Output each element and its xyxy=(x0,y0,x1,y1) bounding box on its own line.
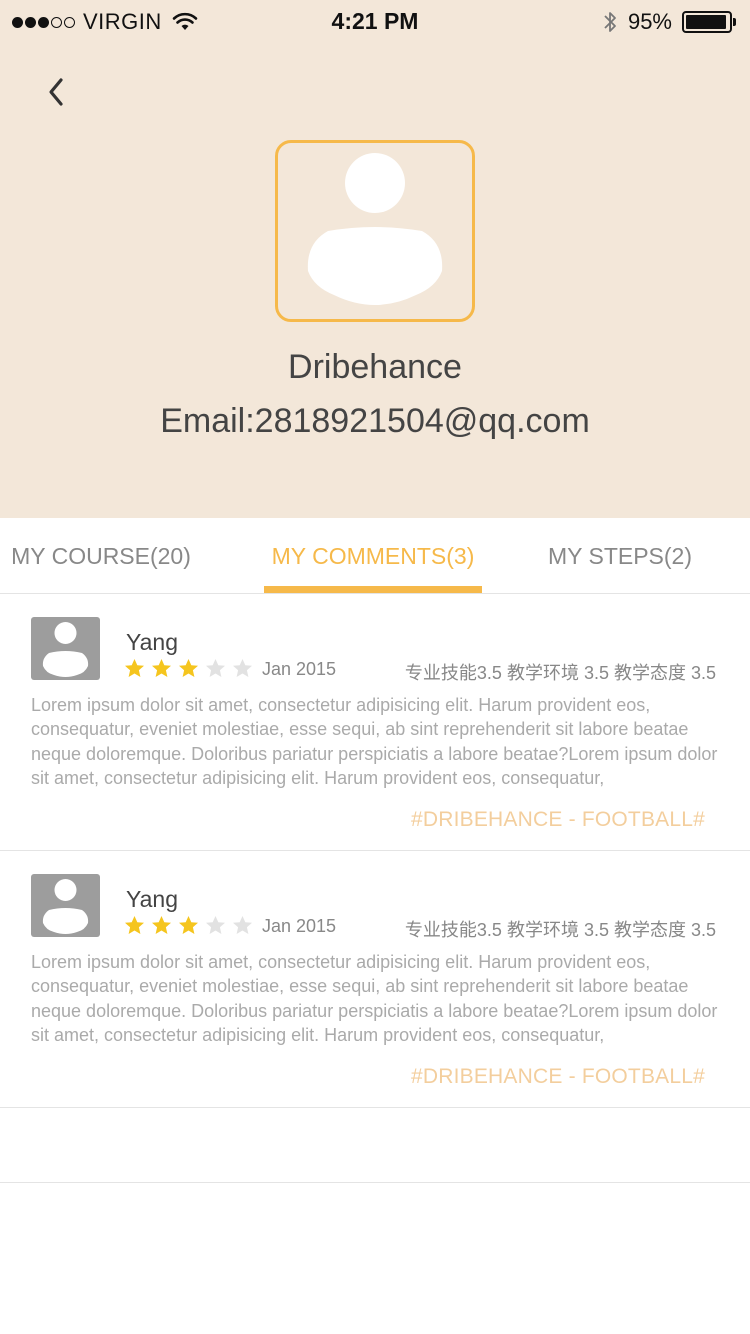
user-silhouette-icon xyxy=(42,879,89,934)
comment-date: Jan 2015 xyxy=(262,659,337,679)
comment-text: Lorem ipsum dolor sit amet, consectetur … xyxy=(31,952,718,1045)
star-filled-icon xyxy=(125,916,144,934)
avatar[interactable] xyxy=(31,874,100,937)
star-empty-icon xyxy=(233,916,252,934)
star-filled-icon xyxy=(152,916,171,934)
comment-scores: 专业技能3.5 教学环境 3.5 教学态度 3.5 xyxy=(404,920,716,940)
star-empty-icon xyxy=(206,916,225,934)
bluetooth-icon xyxy=(604,12,616,32)
user-silhouette-icon xyxy=(42,622,89,677)
profile-email: Email:2818921504@qq.com xyxy=(160,402,590,440)
tab-my-comments[interactable]: MY COMMENTS(3) xyxy=(264,518,482,594)
active-tab-indicator xyxy=(264,586,482,593)
back-button[interactable] xyxy=(40,74,72,110)
star-filled-icon xyxy=(179,659,198,677)
comment-author: Yang xyxy=(126,886,179,912)
profile-name: Dribehance xyxy=(288,348,462,386)
star-empty-icon xyxy=(206,659,225,677)
comment-scores: 专业技能3.5 教学环境 3.5 教学态度 3.5 xyxy=(404,663,716,683)
profile-header: VIRGIN 4:21 PM 95% Dribehance Email:2818… xyxy=(0,0,750,518)
comment-tag[interactable]: #DRIBEHANCE - FOOTBALL# xyxy=(411,808,705,832)
comment-author: Yang xyxy=(126,629,179,655)
battery-tip xyxy=(733,18,736,26)
avatar[interactable] xyxy=(31,617,100,680)
star-filled-icon xyxy=(179,916,198,934)
status-bar: VIRGIN 4:21 PM 95% xyxy=(0,0,750,44)
chevron-left-icon xyxy=(49,78,63,106)
comment-date: Jan 2015 xyxy=(262,916,337,936)
user-silhouette-icon xyxy=(307,153,443,305)
profile-avatar[interactable] xyxy=(275,140,475,322)
star-rating xyxy=(124,658,253,679)
star-empty-icon xyxy=(233,659,252,677)
tab-my-course[interactable]: MY COURSE(20) xyxy=(0,518,202,594)
star-rating xyxy=(124,915,253,936)
star-filled-icon xyxy=(152,659,171,677)
battery-icon xyxy=(682,10,738,34)
battery-body xyxy=(682,11,732,33)
comment-tag[interactable]: #DRIBEHANCE - FOOTBALL# xyxy=(411,1065,705,1089)
comment-item[interactable]: Yang Jan 2015 专业技能3.5 教学环境 3.5 教学态度 3.5 … xyxy=(0,595,750,851)
comment-item[interactable]: Yang Jan 2015 专业技能3.5 教学环境 3.5 教学态度 3.5 … xyxy=(0,852,750,1108)
tab-bar: MY COURSE(20) MY COMMENTS(3) MY STEPS(2) xyxy=(0,518,750,594)
tab-my-steps[interactable]: MY STEPS(2) xyxy=(520,518,720,594)
divider xyxy=(0,1182,750,1183)
star-filled-icon xyxy=(125,659,144,677)
status-right: 95% xyxy=(602,8,738,36)
battery-fill xyxy=(686,15,726,29)
battery-percentage: 95% xyxy=(627,9,672,34)
comment-text: Lorem ipsum dolor sit amet, consectetur … xyxy=(31,695,718,788)
